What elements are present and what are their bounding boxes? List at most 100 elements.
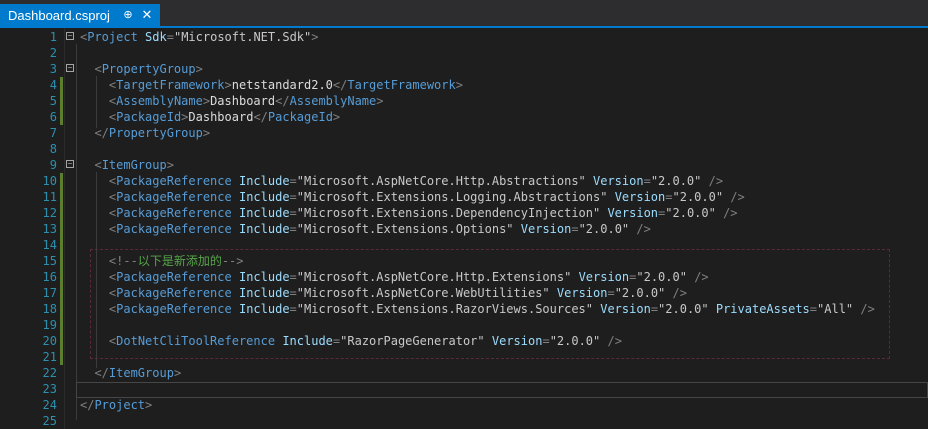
code-bracket: = [643,174,651,188]
code-bracket: = [289,174,297,188]
line-number: 15 [42,254,57,268]
code-bracket: /> [708,174,724,188]
line-number: 13 [42,222,57,236]
code-line[interactable]: 24 </Project> [0,397,928,413]
code-line[interactable]: 8 [0,141,928,157]
code-line[interactable]: 12 <PackageReference Include="Microsoft.… [0,205,928,221]
change-indicator [60,349,63,365]
code-line[interactable]: 18 <PackageReference Include="Microsoft.… [0,301,928,317]
code-comment: 以下是新添加的 [137,254,222,268]
code-bracket: /> [607,334,622,348]
code-tag-name: DotNetCliToolReference [116,334,276,348]
code-line[interactable]: 13 <PackageReference Include="Microsoft.… [0,221,928,237]
code-line[interactable]: 3 − <PropertyGroup> [0,61,928,77]
code-line[interactable]: 6 <PackageId>Dashboard</PackageId> [0,109,928,125]
code-bracket: = [289,206,297,220]
code-bracket: /> [730,190,745,204]
change-indicator [60,173,63,189]
code-tag-name: PackageReference [116,174,232,188]
code-line[interactable]: 16 <PackageReference Include="Microsoft.… [0,269,928,285]
code-line[interactable]: 22 </ItemGroup> [0,365,928,381]
code-bracket: = [166,30,174,44]
code-content: <AssemblyName>Dashboard</AssemblyName> [80,93,384,109]
code-bracket: </ [275,94,290,108]
code-bracket: </ [94,126,109,140]
code-string-value: "2.0.0" [549,334,601,348]
code-line[interactable]: 21 [0,349,928,365]
code-string-value: "All" [817,302,854,316]
code-tag-name: TargetFramework [347,78,456,92]
code-tag-name: AssemblyName [289,94,377,108]
code-line[interactable]: 19 [0,317,928,333]
code-bracket: = [289,222,297,236]
code-line[interactable]: 10 <PackageReference Include="Microsoft.… [0,173,928,189]
change-indicator [60,93,63,109]
code-bracket: = [289,190,297,204]
code-bracket: = [542,334,550,348]
code-line[interactable]: 14 [0,237,928,253]
line-number: 9 [49,158,57,172]
code-bracket: > [173,366,182,380]
collapse-icon[interactable]: − [66,32,74,40]
code-line[interactable]: 20 <DotNetCliToolReference Include="Razo… [0,333,928,349]
code-attribute-name: Version [491,334,543,348]
line-number: 3 [49,62,57,76]
code-string-value: "2.0.0" [636,270,687,284]
close-icon[interactable]: ✕ [139,7,155,23]
code-bracket: /> [723,206,738,220]
code-line[interactable]: 7 </PropertyGroup> [0,125,928,141]
collapse-icon[interactable]: − [66,64,74,72]
code-line[interactable]: 11 <PackageReference Include="Microsoft.… [0,189,928,205]
code-string-value: "Microsoft.AspNetCore.WebUtilities" [296,286,550,300]
code-text: netstandard2.0 [231,78,333,92]
code-string-value: "Microsoft.Extensions.Logging.Abstractio… [296,190,608,204]
collapse-icon[interactable]: − [66,160,74,168]
code-content: </ItemGroup> [80,365,181,381]
code-line[interactable]: 1 − <Project Sdk="Microsoft.NET.Sdk"> [0,29,928,45]
code-line[interactable]: 2 [0,45,928,61]
change-indicator [60,285,63,301]
line-number: 25 [42,414,57,428]
code-attribute-name: PrivateAssets [715,302,810,316]
code-attribute-name: Version [520,222,572,236]
code-bracket: </ [80,398,95,412]
code-editor[interactable]: 1− <Project Sdk="Microsoft.NET.Sdk"> 2 3− <… [0,28,928,429]
change-indicator [60,77,63,93]
code-content: <TargetFramework>netstandard2.0</TargetF… [80,77,463,93]
line-number: 11 [42,190,57,204]
code-line[interactable]: 4 <TargetFramework>netstandard2.0</Targe… [0,77,928,93]
code-line[interactable]: 9 − <ItemGroup> [0,157,928,173]
code-line[interactable]: 23 [0,381,928,397]
line-number: 5 [49,94,57,108]
pin-icon[interactable]: ⊕ [120,7,136,23]
code-bracket: --> [221,254,244,268]
code-tag-name: ItemGroup [108,366,174,380]
code-content: <DotNetCliToolReference Include="RazorPa… [80,333,622,349]
code-bracket: <!-- [108,254,138,268]
code-bracket: </ [253,110,268,124]
code-line[interactable]: 25 [0,413,928,429]
code-content: </PropertyGroup> [80,125,210,141]
code-text: Dashboard [210,94,276,108]
tab-dashboard-csproj[interactable]: Dashboard.csproj ⊕ ✕ [0,4,160,28]
code-content: <PackageReference Include="Microsoft.Asp… [80,285,687,301]
code-line[interactable]: 5 <AssemblyName>Dashboard</AssemblyName> [0,93,928,109]
line-number: 24 [42,398,57,412]
code-attribute-name: Include [238,286,290,300]
code-line[interactable]: 15 <!--以下是新添加的--> [0,253,928,269]
code-line[interactable]: 17 <PackageReference Include="Microsoft.… [0,285,928,301]
code-string-value: "Microsoft.Extensions.Options" [296,222,514,236]
change-indicator [60,237,63,253]
